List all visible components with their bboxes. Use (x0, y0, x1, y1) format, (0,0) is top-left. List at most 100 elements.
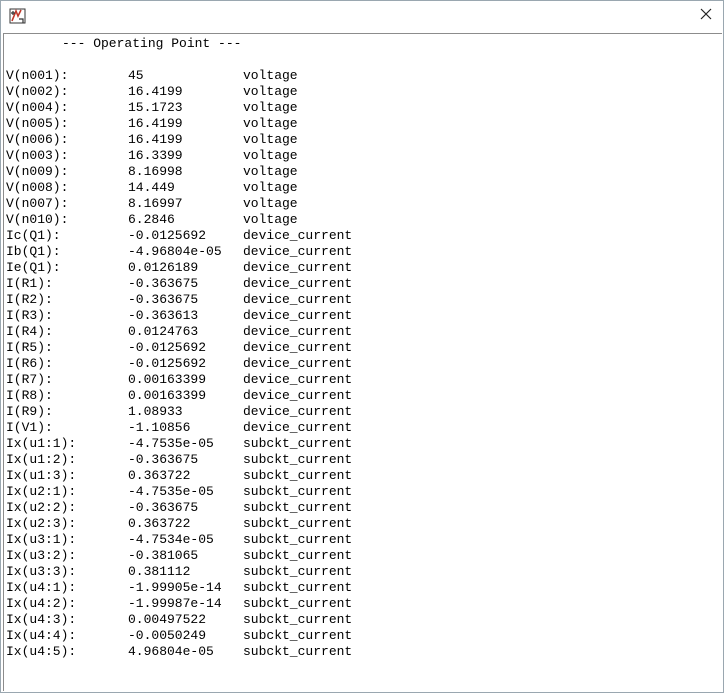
result-type: subckt_current (243, 628, 353, 643)
result-value: -0.0050249 (128, 628, 207, 643)
result-value: -1.10856 (128, 420, 191, 435)
result-value: 0.00163399 (128, 388, 207, 403)
result-name: Ix(u2:3): (6, 516, 77, 531)
result-row: I(R1): -0.363675 device_current (6, 276, 383, 292)
result-row: Ix(u4:5): 4.96804e-05 subckt_current (6, 644, 383, 660)
result-name: V(n005): (6, 116, 69, 131)
result-type: device_current (243, 228, 353, 243)
result-row: V(n002): 16.4199 voltage (6, 84, 383, 100)
result-value: -4.7534e-05 (128, 532, 214, 547)
result-value: 8.16998 (128, 164, 183, 179)
result-value: 0.00497522 (128, 612, 207, 627)
result-name: Ix(u4:1): (6, 580, 77, 595)
result-type: subckt_current (243, 596, 353, 611)
result-value: -0.0125692 (128, 228, 207, 243)
result-type: voltage (243, 68, 298, 83)
result-type: device_current (243, 388, 353, 403)
result-value: 14.449 (128, 180, 175, 195)
result-row: V(n004): 15.1723 voltage (6, 100, 383, 116)
result-name: I(R1): (6, 276, 53, 291)
result-value: -0.363675 (128, 292, 199, 307)
result-value: 15.1723 (128, 100, 183, 115)
result-type: voltage (243, 132, 298, 147)
output-text-area[interactable]: --- Operating Point --- V(n001): 45 voltag… (3, 33, 722, 691)
result-row: Ix(u1:3): 0.363722 subckt_current (6, 468, 383, 484)
result-name: I(R5): (6, 340, 53, 355)
result-row: Ie(Q1): 0.0126189 device_current (6, 260, 383, 276)
result-row: V(n010): 6.2846 voltage (6, 212, 383, 228)
result-type: device_current (243, 324, 353, 339)
result-name: Ix(u3:3): (6, 564, 77, 579)
result-type: subckt_current (243, 532, 353, 547)
result-type: voltage (243, 116, 298, 131)
result-name: I(R6): (6, 356, 53, 371)
result-row: I(R9): 1.08933 device_current (6, 404, 383, 420)
result-type: voltage (243, 212, 298, 227)
output-header: --- Operating Point --- (62, 36, 242, 51)
result-type: device_current (243, 404, 353, 419)
result-type: device_current (243, 340, 353, 355)
result-name: I(R7): (6, 372, 53, 387)
result-value: 16.3399 (128, 148, 183, 163)
result-row: V(n009): 8.16998 voltage (6, 164, 383, 180)
result-type: device_current (243, 356, 353, 371)
result-value: -1.99987e-14 (128, 596, 222, 611)
result-type: voltage (243, 196, 298, 211)
operating-point-window: --- Operating Point --- V(n001): 45 voltag… (0, 0, 724, 693)
result-row: Ix(u2:1): -4.7535e-05 subckt_current (6, 484, 383, 500)
result-row: Ix(u3:1): -4.7534e-05 subckt_current (6, 532, 383, 548)
ltspice-icon (9, 7, 27, 25)
result-row: Ix(u2:3): 0.363722 subckt_current (6, 516, 383, 532)
result-value: 0.0124763 (128, 324, 199, 339)
result-name: Ix(u1:2): (6, 452, 77, 467)
result-name: I(R4): (6, 324, 53, 339)
result-name: Ib(Q1): (6, 244, 61, 259)
result-name: I(R9): (6, 404, 53, 419)
result-row: Ix(u1:1): -4.7535e-05 subckt_current (6, 436, 383, 452)
result-value: -1.99905e-14 (128, 580, 222, 595)
title-bar[interactable] (1, 1, 723, 31)
result-row: Ic(Q1): -0.0125692 device_current (6, 228, 383, 244)
result-row: I(R2): -0.363675 device_current (6, 292, 383, 308)
result-name: Ix(u3:1): (6, 532, 77, 547)
result-type: device_current (243, 276, 353, 291)
result-type: device_current (243, 372, 353, 387)
result-value: 0.0126189 (128, 260, 199, 275)
result-row: Ix(u4:3): 0.00497522 subckt_current (6, 612, 383, 628)
result-row: V(n001): 45 voltage (6, 68, 383, 84)
result-row: Ix(u3:3): 0.381112 subckt_current (6, 564, 383, 580)
result-row: I(R7): 0.00163399 device_current (6, 372, 383, 388)
result-name: I(R8): (6, 388, 53, 403)
result-type: subckt_current (243, 580, 353, 595)
result-value: 4.96804e-05 (128, 644, 214, 659)
close-button[interactable] (689, 1, 723, 31)
result-value: 45 (128, 68, 144, 83)
result-row: Ix(u4:1): -1.99905e-14 subckt_current (6, 580, 383, 596)
result-row: I(V1): -1.10856 device_current (6, 420, 383, 436)
result-type: voltage (243, 148, 298, 163)
result-row: I(R3): -0.363613 device_current (6, 308, 383, 324)
result-name: V(n010): (6, 212, 69, 227)
result-type: subckt_current (243, 516, 353, 531)
result-type: subckt_current (243, 500, 353, 515)
result-value: 1.08933 (128, 404, 183, 419)
result-type: subckt_current (243, 436, 353, 451)
result-value: -0.363675 (128, 276, 199, 291)
result-row: I(R5): -0.0125692 device_current (6, 340, 383, 356)
result-name: I(R3): (6, 308, 53, 323)
result-row: I(R8): 0.00163399 device_current (6, 388, 383, 404)
result-row: Ix(u4:2): -1.99987e-14 subckt_current (6, 596, 383, 612)
result-row: Ib(Q1): -4.96804e-05 device_current (6, 244, 383, 260)
result-type: subckt_current (243, 484, 353, 499)
result-value: 6.2846 (128, 212, 175, 227)
result-name: Ix(u2:1): (6, 484, 77, 499)
result-type: subckt_current (243, 564, 353, 579)
result-row: Ix(u1:2): -0.363675 subckt_current (6, 452, 383, 468)
result-type: voltage (243, 164, 298, 179)
result-value: -4.7535e-05 (128, 436, 214, 451)
result-value: 8.16997 (128, 196, 183, 211)
result-name: I(R2): (6, 292, 53, 307)
result-row: I(R6): -0.0125692 device_current (6, 356, 383, 372)
result-name: Ix(u2:2): (6, 500, 77, 515)
result-value: 16.4199 (128, 132, 183, 147)
